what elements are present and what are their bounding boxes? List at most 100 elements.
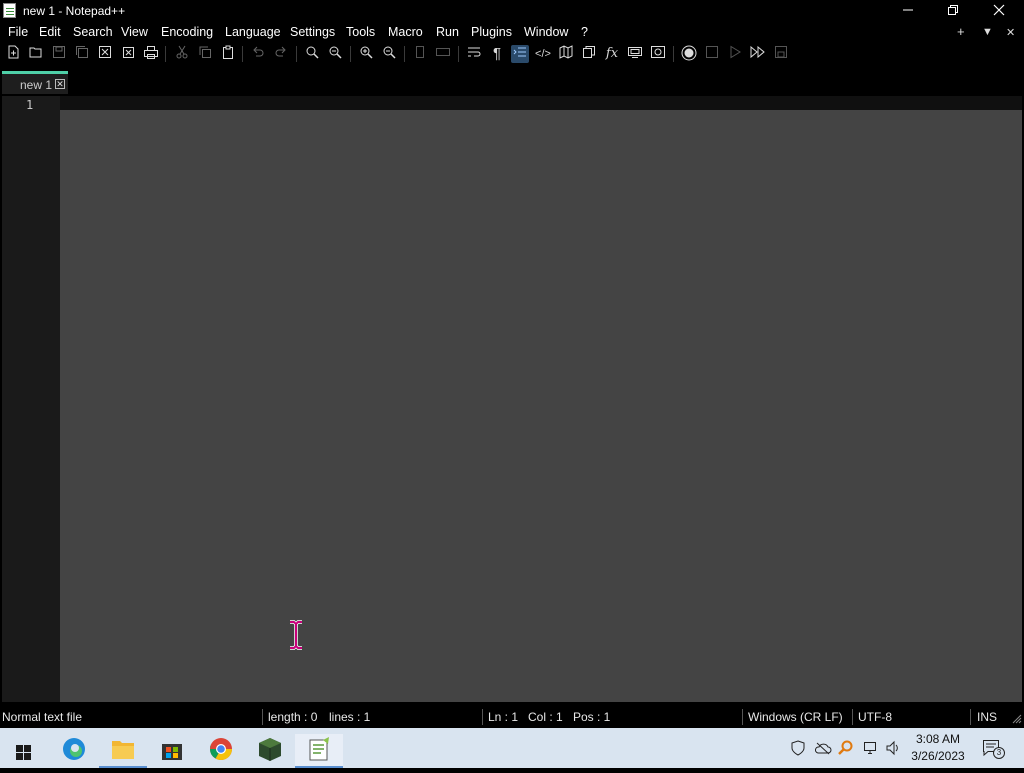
menu-encoding[interactable]: Encoding <box>161 25 213 39</box>
cut-icon[interactable] <box>173 45 191 63</box>
zoom-in-icon[interactable] <box>357 45 375 63</box>
status-line: Ln : 1 <box>488 710 519 724</box>
status-length: length : 0 <box>268 710 318 724</box>
chrome-icon <box>209 738 232 760</box>
indent-guide-icon[interactable] <box>511 45 529 63</box>
function-list-icon[interactable]: fx <box>603 45 621 63</box>
folder-as-workspace-icon[interactable] <box>626 45 644 63</box>
word-wrap-icon[interactable] <box>465 45 483 63</box>
document-map-icon[interactable] <box>557 45 575 63</box>
tab-new-1[interactable]: new 1 ✕ <box>2 71 68 94</box>
windows-icon <box>16 745 31 760</box>
sync-horizontal-icon[interactable] <box>434 45 452 63</box>
copy-icon[interactable] <box>196 45 214 63</box>
folder-icon <box>112 741 134 759</box>
menu-window[interactable]: Window <box>524 25 568 39</box>
new-tab-icon[interactable]: + <box>957 24 965 39</box>
edge-taskbar-button[interactable] <box>50 734 98 768</box>
sync-vertical-icon[interactable] <box>411 45 429 63</box>
menu-bar: File Edit Search View Encoding Language … <box>0 22 1024 42</box>
minecraft-taskbar-button[interactable] <box>246 734 294 768</box>
close-file-icon[interactable] <box>96 45 114 63</box>
stop-recording-icon[interactable] <box>703 45 721 63</box>
notepad-plus-plus-icon <box>309 737 329 761</box>
tab-list-dropdown-icon[interactable]: ▼ <box>982 26 993 38</box>
store-taskbar-button[interactable] <box>148 734 196 768</box>
show-all-characters-icon[interactable]: ¶ <box>488 45 506 63</box>
menu-macro[interactable]: Macro <box>388 25 423 39</box>
close-window-button[interactable] <box>976 0 1022 22</box>
store-icon <box>162 744 182 760</box>
toolbar-separator <box>458 46 459 62</box>
close-tab-icon[interactable]: ✕ <box>55 79 65 89</box>
menu-view[interactable]: View <box>121 25 148 39</box>
status-insert-mode[interactable]: INS <box>977 710 997 724</box>
system-clock[interactable]: 3:08 AM 3/26/2023 <box>905 731 971 765</box>
text-editor[interactable] <box>60 110 1022 702</box>
notepad-plus-plus-taskbar-button[interactable] <box>295 734 343 768</box>
user-defined-language-icon[interactable]: </> <box>534 45 552 63</box>
text-cursor-icon <box>287 620 305 655</box>
toolbar-separator <box>404 46 405 62</box>
notification-count-badge: 3 <box>993 747 1005 759</box>
volume-tray-icon[interactable] <box>885 740 901 759</box>
menu-run[interactable]: Run <box>436 25 459 39</box>
notification-center-button[interactable]: 3 <box>982 739 1005 759</box>
menu-tools[interactable]: Tools <box>346 25 375 39</box>
close-icon <box>993 4 1005 16</box>
title-bar: new 1 - Notepad++ <box>0 0 1024 22</box>
menu-search[interactable]: Search <box>73 25 113 39</box>
status-eol[interactable]: Windows (CR LF) <box>748 710 843 724</box>
close-document-icon[interactable]: ✕ <box>1006 26 1015 39</box>
security-tray-icon[interactable] <box>790 740 806 759</box>
menu-settings[interactable]: Settings <box>290 25 335 39</box>
tab-bar: new 1 ✕ <box>0 66 1024 94</box>
toolbar-separator <box>296 46 297 62</box>
replace-icon[interactable] <box>326 45 344 63</box>
status-separator <box>852 709 853 725</box>
run-macro-multiple-icon[interactable] <box>749 45 767 63</box>
menu-help[interactable]: ? <box>581 25 588 39</box>
clock-date: 3/26/2023 <box>911 749 965 763</box>
resize-grip-icon[interactable] <box>1012 713 1022 727</box>
menu-edit[interactable]: Edit <box>39 25 61 39</box>
redo-icon[interactable] <box>272 45 290 63</box>
onedrive-tray-icon[interactable] <box>814 740 832 759</box>
zoom-out-icon[interactable] <box>380 45 398 63</box>
monitoring-icon[interactable] <box>649 45 667 63</box>
restore-button[interactable] <box>930 0 976 22</box>
status-lines: lines : 1 <box>329 710 371 724</box>
save-all-icon[interactable] <box>73 45 91 63</box>
editor-area: 1 <box>0 94 1024 704</box>
line-number-gutter: 1 <box>2 96 60 702</box>
taskbar: 3:08 AM 3/26/2023 3 <box>0 728 1024 768</box>
start-button[interactable] <box>0 734 48 768</box>
menu-plugins[interactable]: Plugins <box>471 25 512 39</box>
record-macro-icon[interactable] <box>680 45 698 63</box>
status-encoding[interactable]: UTF-8 <box>858 710 892 724</box>
undo-icon[interactable] <box>249 45 267 63</box>
new-file-icon[interactable] <box>4 45 22 63</box>
current-line-highlight[interactable] <box>60 96 1022 110</box>
paste-icon[interactable] <box>219 45 237 63</box>
save-macro-icon[interactable] <box>772 45 790 63</box>
open-file-icon[interactable] <box>27 45 45 63</box>
chrome-taskbar-button[interactable] <box>197 734 245 768</box>
print-icon[interactable] <box>142 45 160 63</box>
find-icon[interactable] <box>303 45 321 63</box>
status-column: Col : 1 <box>528 710 563 724</box>
play-macro-icon[interactable] <box>726 45 744 63</box>
menu-language[interactable]: Language <box>225 25 281 39</box>
menu-file[interactable]: File <box>8 25 28 39</box>
status-separator <box>482 709 483 725</box>
status-position: Pos : 1 <box>573 710 611 724</box>
file-explorer-taskbar-button[interactable] <box>99 734 147 768</box>
close-all-icon[interactable] <box>119 45 137 63</box>
network-tray-icon[interactable] <box>862 740 878 759</box>
toolbar-separator <box>242 46 243 62</box>
save-icon[interactable] <box>50 45 68 63</box>
minimize-button[interactable] <box>885 0 931 22</box>
tab-label: new 1 <box>20 78 53 92</box>
search-tool-tray-icon[interactable] <box>838 740 854 759</box>
document-list-icon[interactable] <box>580 45 598 63</box>
